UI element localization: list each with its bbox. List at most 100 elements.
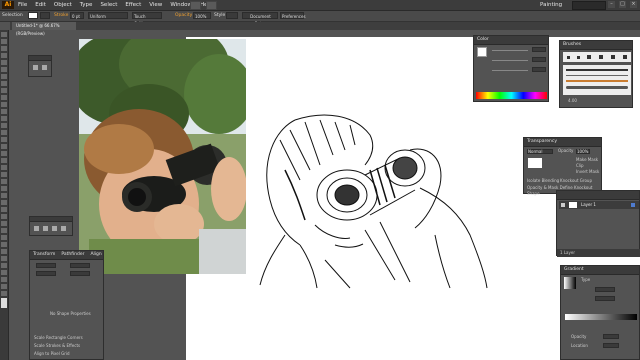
variable-width-profile[interactable]: Uniform: [88, 12, 128, 19]
brush-icon[interactable]: [34, 226, 39, 231]
tool-icon[interactable]: [1, 158, 7, 163]
eye-icon[interactable]: [561, 203, 565, 207]
tool-icon[interactable]: [1, 32, 7, 37]
scale-strokes-checkbox[interactable]: Scale Strokes & Effects: [34, 343, 80, 349]
reference-photo[interactable]: [79, 39, 246, 274]
color-spectrum[interactable]: [476, 92, 547, 99]
transparency-panel-title[interactable]: Transparency: [524, 138, 601, 147]
color-slider-b[interactable]: [492, 70, 528, 71]
tool-icon[interactable]: [1, 172, 7, 177]
tool-icon[interactable]: [1, 207, 7, 212]
maximize-icon[interactable]: □: [619, 1, 626, 8]
menu-file[interactable]: File: [18, 1, 27, 9]
tool-icon[interactable]: [1, 116, 7, 121]
menu-view[interactable]: View: [149, 1, 162, 9]
close-icon[interactable]: ×: [630, 1, 637, 8]
selection-arrow-icon[interactable]: [33, 65, 38, 70]
tab-transform[interactable]: Transform: [33, 251, 55, 259]
stroke-label[interactable]: Stroke: [54, 12, 68, 20]
pencil-icon[interactable]: [61, 226, 66, 231]
color-field-b[interactable]: [532, 67, 546, 72]
gradient-panel-title[interactable]: Gradient: [561, 266, 639, 275]
tool-icon[interactable]: [1, 46, 7, 51]
menu-type[interactable]: Type: [80, 1, 93, 9]
direct-selection-icon[interactable]: [42, 65, 47, 70]
preferences-button[interactable]: Preferences: [280, 12, 306, 19]
blob-brush-icon[interactable]: [43, 226, 48, 231]
tool-icon[interactable]: [1, 151, 7, 156]
invert-mask-checkbox[interactable]: Invert Mask: [576, 169, 599, 175]
menu-object[interactable]: Object: [54, 1, 72, 9]
tab-align[interactable]: Align: [90, 251, 101, 259]
color-field-r[interactable]: [532, 47, 546, 52]
tool-icon[interactable]: [1, 123, 7, 128]
tool-icon[interactable]: [1, 221, 7, 226]
stroke-swatch[interactable]: [40, 12, 50, 19]
menu-window[interactable]: Window: [170, 1, 192, 9]
tool-icon[interactable]: [1, 130, 7, 135]
tool-icon[interactable]: [1, 284, 7, 289]
tool-icon[interactable]: [1, 242, 7, 247]
tool-icon[interactable]: [1, 81, 7, 86]
tool-icon[interactable]: [1, 270, 7, 275]
document-tab[interactable]: Untitled-1* @ 66.67% (RGB/Preview): [12, 22, 76, 36]
line-art-sketch[interactable]: [255, 110, 510, 290]
tool-icon[interactable]: [1, 102, 7, 107]
tool-icon[interactable]: [1, 74, 7, 79]
minimize-icon[interactable]: –: [608, 1, 615, 8]
tool-icon[interactable]: [1, 200, 7, 205]
tool-icon[interactable]: [1, 249, 7, 254]
brush-dots-row[interactable]: [563, 52, 631, 62]
arrange-docs-icon[interactable]: [206, 1, 217, 10]
opacity-label[interactable]: Opacity: [175, 12, 192, 20]
brushes-panel-title[interactable]: Brushes: [560, 41, 632, 50]
knockout-group-checkbox[interactable]: Knockout Group: [560, 178, 592, 184]
menu-effect[interactable]: Effect: [125, 1, 141, 9]
tool-icon[interactable]: [1, 39, 7, 44]
workspace-switcher[interactable]: Painting: [540, 1, 562, 9]
fill-stroke-swatch-icon[interactable]: [1, 298, 7, 308]
transparency-opacity-field[interactable]: 100%: [576, 149, 590, 154]
style-picker[interactable]: [226, 12, 238, 19]
bridge-icon[interactable]: [190, 1, 201, 10]
scale-rectangle-corners-checkbox[interactable]: Scale Rectangle Corners: [34, 335, 83, 341]
menu-edit[interactable]: Edit: [35, 1, 46, 9]
tool-icon[interactable]: [1, 95, 7, 100]
fill-swatch[interactable]: [28, 12, 38, 19]
search-input[interactable]: [572, 1, 606, 10]
tool-icon[interactable]: [1, 277, 7, 282]
color-slider-r[interactable]: [492, 50, 528, 51]
tool-icon[interactable]: [1, 291, 7, 296]
tool-icon[interactable]: [1, 193, 7, 198]
layer-name[interactable]: Layer 1: [581, 202, 596, 208]
brush-definition[interactable]: Touch Callig...: [132, 12, 162, 26]
tool-icon[interactable]: [1, 228, 7, 233]
tool-icon[interactable]: [1, 256, 7, 261]
tool-icon[interactable]: [1, 60, 7, 65]
color-slider-g[interactable]: [492, 60, 528, 61]
tool-icon[interactable]: [1, 88, 7, 93]
brush-stroke-list[interactable]: [563, 65, 631, 95]
color-panel-title[interactable]: Color: [474, 36, 548, 45]
tool-icon[interactable]: [1, 165, 7, 170]
color-field-g[interactable]: [532, 57, 546, 62]
layer-row[interactable]: Layer 1: [559, 201, 639, 209]
tool-icon[interactable]: [1, 235, 7, 240]
document-setup-button[interactable]: Document Setup: [242, 12, 278, 26]
tool-icon[interactable]: [1, 263, 7, 268]
tool-icon[interactable]: [1, 137, 7, 142]
tool-icon[interactable]: [1, 53, 7, 58]
tool-icon[interactable]: [1, 186, 7, 191]
fill-swatch-icon[interactable]: [477, 47, 487, 57]
tool-icon[interactable]: [1, 67, 7, 72]
gradient-slider[interactable]: [565, 314, 637, 320]
tool-icon[interactable]: [1, 144, 7, 149]
align-pixel-grid-checkbox[interactable]: Align to Pixel Grid: [34, 351, 70, 357]
tab-pathfinder[interactable]: Pathfinder: [61, 251, 84, 259]
tool-icon[interactable]: [1, 214, 7, 219]
gradient-swatch-icon[interactable]: [564, 277, 576, 289]
tool-icon[interactable]: [1, 109, 7, 114]
blend-mode-select[interactable]: Normal: [527, 149, 553, 154]
isolate-blending-checkbox[interactable]: Isolate Blending: [527, 178, 559, 184]
stroke-weight-field[interactable]: 0 pt: [70, 12, 84, 19]
